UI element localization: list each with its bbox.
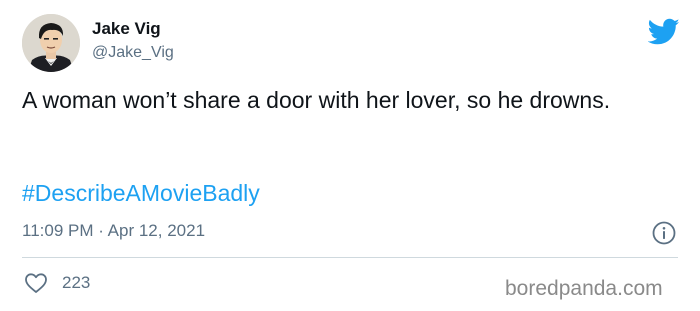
avatar[interactable] xyxy=(22,14,80,72)
like-count: 223 xyxy=(62,273,91,292)
heart-outline-icon[interactable] xyxy=(24,272,48,294)
watermark: boredpanda.com xyxy=(505,277,663,300)
author-handle[interactable]: @Jake_Vig xyxy=(92,43,174,63)
twitter-bird-icon[interactable] xyxy=(647,18,680,46)
tweet-card: Jake Vig @Jake_Vig A woman won’t share a… xyxy=(0,0,700,311)
info-icon[interactable] xyxy=(651,220,677,246)
tweet-timestamp[interactable]: 11:09 PM · Apr 12, 2021 xyxy=(22,220,205,242)
author-name[interactable]: Jake Vig xyxy=(92,18,161,40)
tweet-text: A woman won’t share a door with her love… xyxy=(22,87,611,113)
hashtag-link[interactable]: #DescribeAMovieBadly xyxy=(22,178,260,208)
divider xyxy=(22,257,678,258)
